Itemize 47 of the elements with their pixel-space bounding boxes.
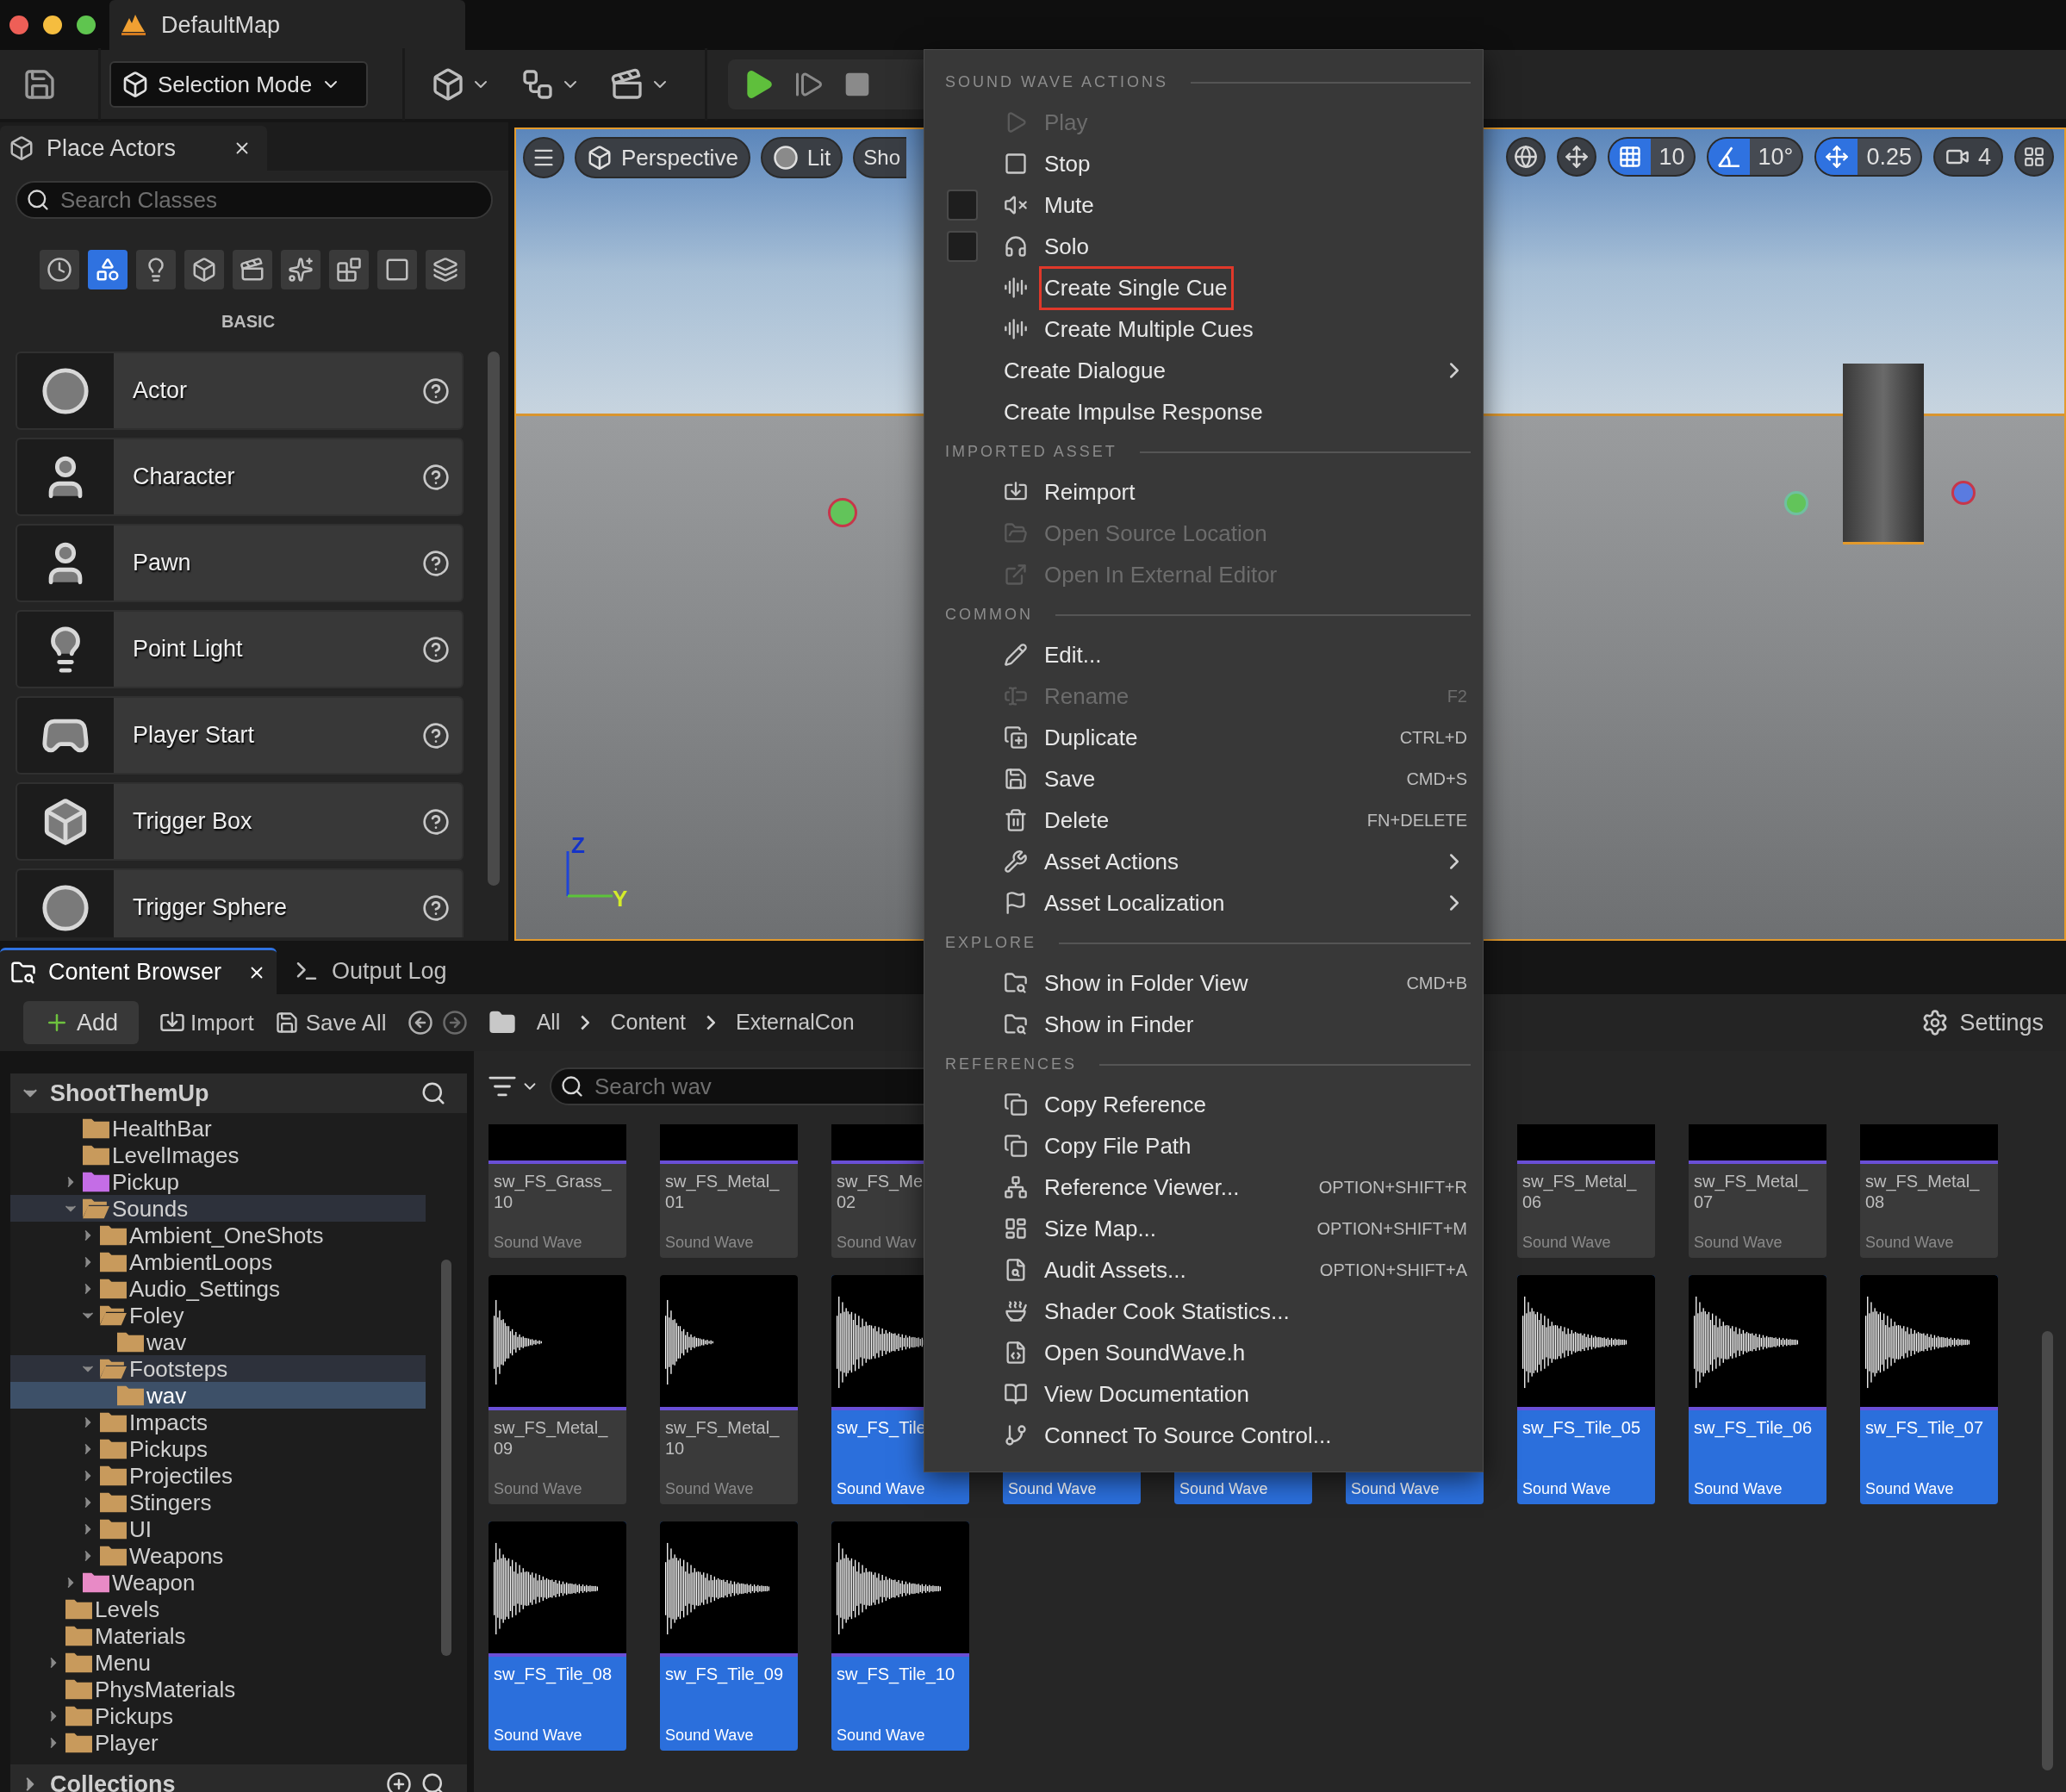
asset-type: Sound Wave — [1350, 1479, 1441, 1498]
asset-name: sw_FS_Metal_ 10 — [665, 1417, 781, 1459]
asset-name: sw_FS_Metal_ 09 — [494, 1417, 609, 1459]
asset-name: sw_FS_Metal_ 06 — [1522, 1171, 1638, 1212]
asset-type: Sound Wave — [1693, 1233, 1783, 1252]
shortcut-label: OPTION+SHIFT+M — [1316, 1218, 1467, 1240]
shortcut-label: OPTION+SHIFT+A — [1319, 1260, 1467, 1281]
shortcut-label: FN+DELETE — [1366, 810, 1467, 831]
asset-name: sw_FS_Tile_09 — [665, 1664, 785, 1684]
menu-section-heading: IMPORTED ASSET — [945, 442, 1117, 462]
axis-label: Y — [613, 885, 628, 913]
asset-name: sw_FS_Metal_ 08 — [1865, 1171, 1981, 1212]
asset-name: sw_FS_Metal_ 07 — [1694, 1171, 1809, 1212]
asset-type: Sound Wave — [1693, 1479, 1783, 1498]
asset-type: Sound Wave — [664, 1726, 755, 1745]
shortcut-label: CMD+S — [1406, 768, 1467, 790]
asset-name: sw_FS_Grass_ 10 — [494, 1171, 613, 1212]
menu-section-heading: EXPLORE — [945, 933, 1037, 953]
asset-type: Sound Wave — [1521, 1233, 1612, 1252]
asset-name: sw_FS_Tile — [837, 1417, 927, 1438]
asset-name: sw_FS_Tile_07 — [1865, 1417, 1985, 1438]
asset-type: Sound Wave — [1864, 1233, 1955, 1252]
category-heading: BASIC — [221, 311, 276, 333]
asset-name: sw_FS_Tile_06 — [1694, 1417, 1814, 1438]
asset-name: sw_FS_Tile_05 — [1522, 1417, 1642, 1438]
asset-type: Sound Wave — [664, 1479, 755, 1498]
asset-type: Sound Wave — [1007, 1479, 1098, 1498]
asset-type: Sound Wav — [836, 1233, 918, 1252]
shortcut-label: CTRL+D — [1399, 727, 1467, 749]
asset-type: Sound Wave — [664, 1233, 755, 1252]
asset-type: Sound Wave — [1864, 1479, 1955, 1498]
asset-name: sw_FS_Tile_08 — [494, 1664, 613, 1684]
asset-type: Sound Wave — [1521, 1479, 1612, 1498]
asset-type: Sound Wave — [1179, 1479, 1269, 1498]
asset-name: sw_FS_Metal_ 01 — [665, 1171, 781, 1212]
menu-section-heading: COMMON — [945, 605, 1033, 625]
asset-name: sw_FS_Me 02 — [837, 1171, 924, 1212]
asset-name: sw_FS_Tile_10 — [837, 1664, 956, 1684]
shortcut-label: CMD+B — [1406, 973, 1467, 994]
asset-type: Sound Wave — [836, 1726, 926, 1745]
shortcut-label: OPTION+SHIFT+R — [1318, 1177, 1467, 1198]
asset-type: Sound Wave — [493, 1233, 583, 1252]
asset-type: Sound Wave — [836, 1479, 926, 1498]
axis-label: Z — [571, 831, 585, 860]
asset-type: Sound Wave — [493, 1479, 583, 1498]
asset-type: Sound Wave — [493, 1726, 583, 1745]
menu-section-heading: SOUND WAVE ACTIONS — [945, 72, 1169, 92]
